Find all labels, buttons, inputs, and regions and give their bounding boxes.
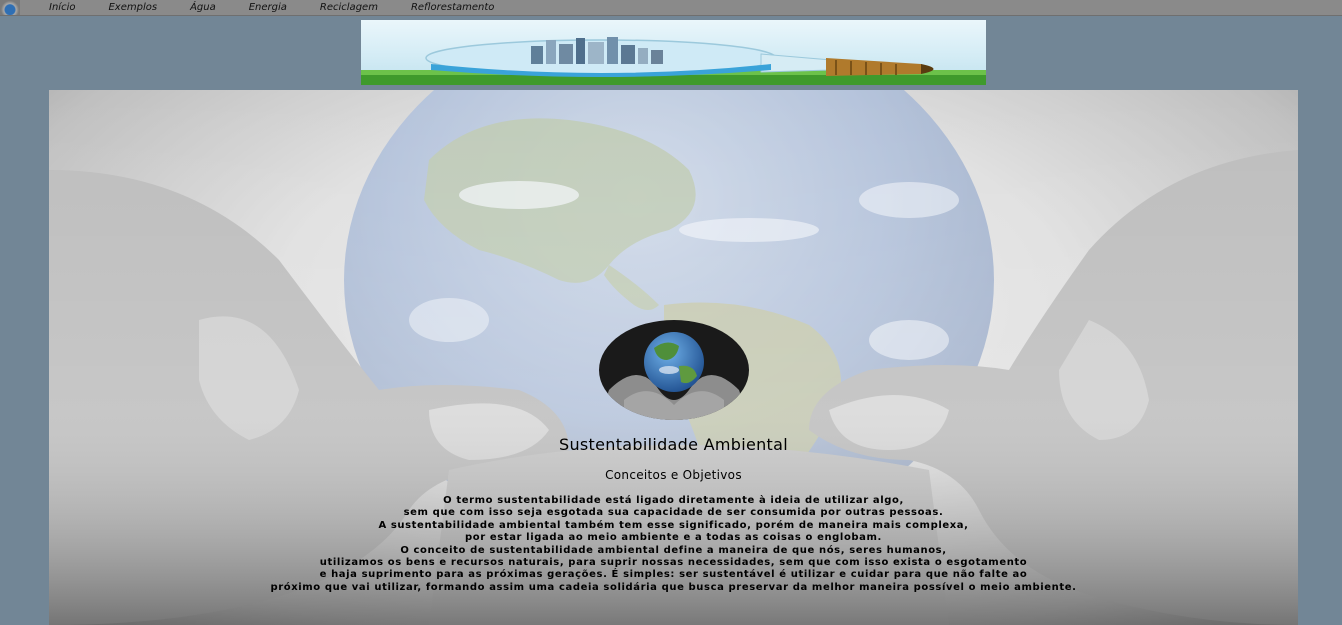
page-title: Sustentabilidade Ambiental: [559, 435, 788, 454]
nav-item-reflorestamento[interactable]: Reflorestamento: [411, 0, 494, 15]
paragraph-line: utilizamos os bens e recursos naturais, …: [319, 557, 1028, 569]
page-subtitle: Conceitos e Objetivos: [605, 468, 742, 482]
nav-item-reciclagem[interactable]: Reciclagem: [320, 0, 378, 15]
paragraph-line: O conceito de sustentabilidade ambiental…: [400, 544, 947, 556]
nav-item-energia[interactable]: Energia: [249, 0, 287, 15]
earth-in-hands-icon: [599, 320, 749, 420]
top-navbar: Início Exemplos Água Energia Reciclagem …: [0, 0, 1342, 16]
paragraph-line: por estar ligada ao meio ambiente e a to…: [465, 532, 882, 544]
paragraph-line: O termo sustentabilidade está ligado dir…: [443, 495, 904, 506]
paragraph-line: A sustentabilidade ambiental também tem …: [378, 519, 969, 531]
paragraph-line: e haja suprimento para as próximas geraç…: [319, 569, 1028, 581]
nav-item-inicio[interactable]: Início: [49, 0, 75, 15]
content-area: Sustentabilidade Ambiental Conceitos e O…: [49, 90, 1298, 625]
main-panel: Sustentabilidade Ambiental Conceitos e O…: [49, 90, 1298, 625]
earth-logo-icon[interactable]: [0, 0, 20, 15]
paragraph-line: próximo que vai utilizar, formando assim…: [270, 581, 1077, 593]
nav-item-agua[interactable]: Água: [190, 0, 216, 15]
nav-item-exemplos[interactable]: Exemplos: [108, 0, 157, 15]
header-banner-image: [361, 20, 986, 85]
intro-paragraph: O termo sustentabilidade está ligado dir…: [49, 495, 1298, 594]
nav-menu: Início Exemplos Água Energia Reciclagem …: [49, 0, 527, 15]
paragraph-line: sem que com isso seja esgotada sua capac…: [403, 507, 944, 519]
